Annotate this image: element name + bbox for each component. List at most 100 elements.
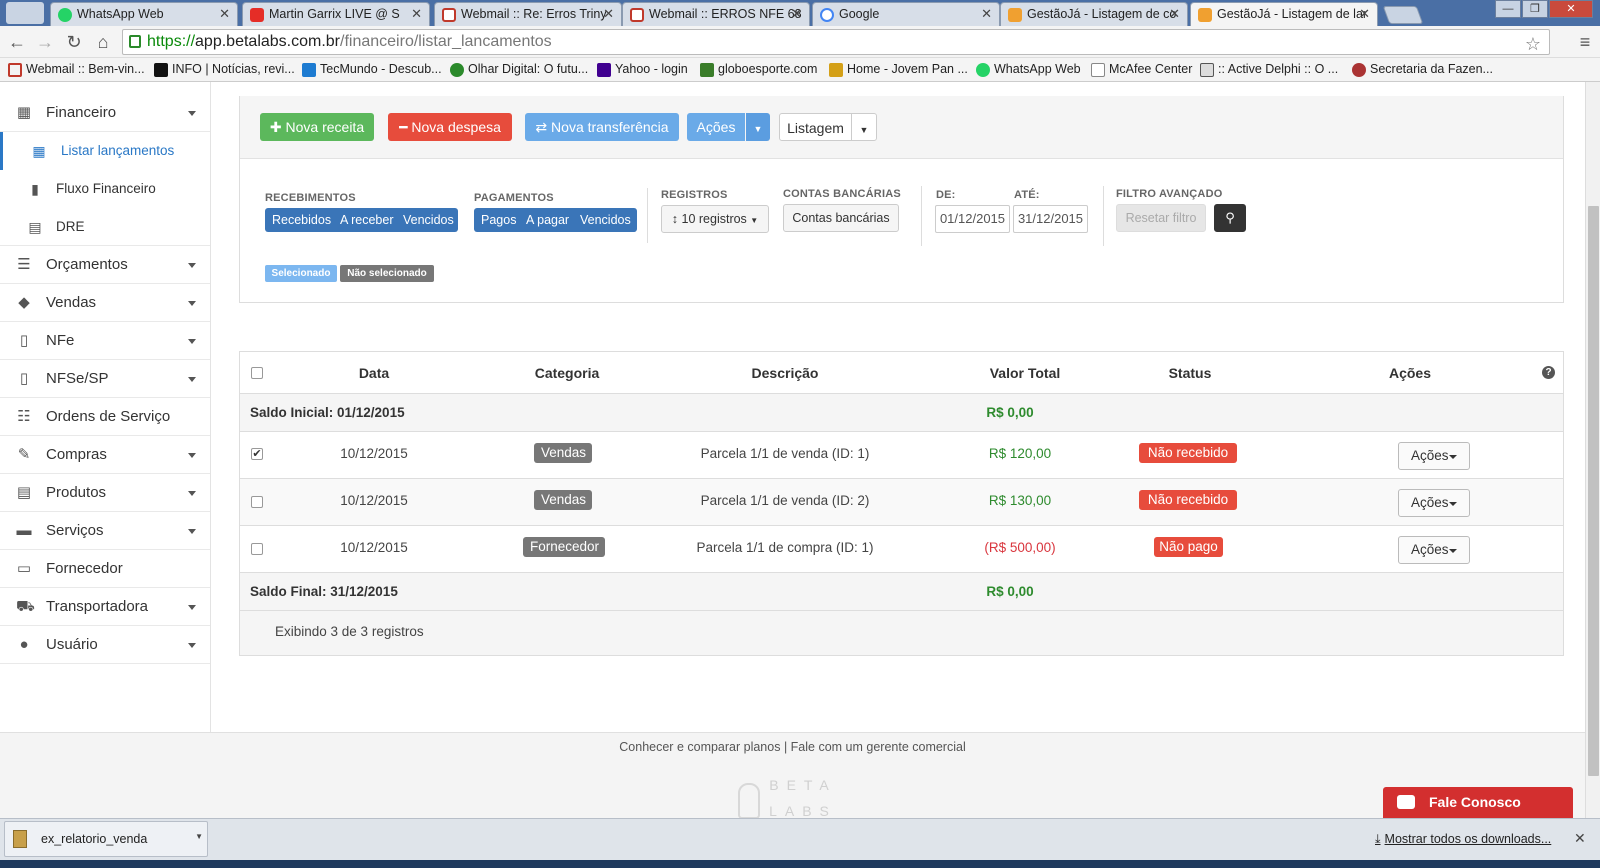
tab-gestaoja-contas[interactable]: GestãoJá - Listagem de co ✕ (1000, 2, 1188, 26)
nova-receita-button[interactable]: ✚ Nova receita (260, 113, 374, 141)
bookmark-item[interactable]: WhatsApp Web (976, 62, 1081, 77)
sidebar-item-nfse-sp[interactable]: ▯ NFSe/SP (0, 360, 210, 398)
filter-a-receber[interactable]: A receber (340, 208, 394, 232)
show-all-downloads-link[interactable]: ⤓ Mostrar todos os downloads... (1375, 832, 1551, 847)
table-row[interactable]: 10/12/2015 Fornecedor Parcela 1/1 de com… (240, 526, 1563, 573)
file-icon (13, 830, 27, 848)
row-acoes-button[interactable]: Ações (1398, 442, 1470, 470)
page-scrollbar[interactable] (1585, 82, 1600, 818)
sidebar-item-vendas[interactable]: ◆ Vendas (0, 284, 210, 322)
bookmark-item[interactable]: McAfee Center (1091, 62, 1192, 77)
help-icon[interactable]: ? (1542, 366, 1555, 379)
date-from-input[interactable]: 01/12/2015 (935, 205, 1010, 233)
bookmark-item[interactable]: Home - Jovem Pan ... (829, 62, 968, 77)
bookmark-item[interactable]: Olhar Digital: O futu... (450, 62, 588, 77)
address-bar[interactable]: https://app.betalabs.com.br/financeiro/l… (122, 29, 1550, 55)
sidebar-item-servicos[interactable]: ▬ Serviços (0, 512, 210, 550)
row-acoes-button[interactable]: Ações (1398, 489, 1470, 517)
bookmark-item[interactable]: Webmail :: Bem-vin... (8, 62, 145, 77)
row-checkbox[interactable] (251, 496, 263, 508)
acoes-button[interactable]: Ações (687, 113, 745, 141)
close-window-button[interactable]: ✕ (1549, 0, 1593, 18)
listagem-dropdown-toggle[interactable]: ▼ (851, 113, 877, 141)
nova-transferencia-button[interactable]: ⇄ Nova transferência (525, 113, 679, 141)
chrome-menu-icon[interactable] (6, 2, 44, 24)
filter-divider (921, 186, 922, 246)
sidebar-subitem-listar-lancamentos[interactable]: ▦ Listar lançamentos (0, 132, 210, 170)
maximize-button[interactable]: ❐ (1522, 0, 1548, 18)
search-button[interactable]: ⚲ (1214, 204, 1246, 232)
nova-despesa-button[interactable]: ━ Nova despesa (388, 113, 512, 141)
fale-conosco-button[interactable]: Fale Conosco (1383, 787, 1573, 818)
tab-google[interactable]: Google ✕ (812, 2, 1000, 26)
scrollbar-thumb[interactable] (1588, 206, 1599, 776)
new-tab-button[interactable] (1382, 6, 1424, 24)
column-header-status[interactable]: Status (1140, 352, 1240, 394)
back-icon[interactable]: ← (6, 31, 28, 53)
table-row[interactable]: 10/12/2015 Vendas Parcela 1/1 de venda (… (240, 479, 1563, 526)
column-header-descricao[interactable]: Descrição (710, 352, 860, 394)
tab-webmail-2[interactable]: Webmail :: ERROS NFE 68 ✕ (622, 2, 810, 26)
bookmark-item[interactable]: INFO | Notícias, revi... (154, 62, 295, 77)
home-icon[interactable]: ⌂ (92, 31, 114, 53)
book-icon: ▮ (31, 181, 39, 197)
close-icon[interactable]: ✕ (1169, 6, 1180, 22)
column-header-valor-total[interactable]: Valor Total (960, 352, 1090, 394)
column-header-categoria[interactable]: Categoria (502, 352, 632, 394)
listagem-button[interactable]: Listagem (779, 113, 852, 141)
tab-whatsapp[interactable]: WhatsApp Web ✕ (50, 2, 238, 26)
registros-select[interactable]: ↕ 10 registros ▼ (661, 205, 769, 233)
tab-youtube[interactable]: Martin Garrix LIVE @ S ✕ (242, 2, 430, 26)
bookmark-item[interactable]: globoesporte.com (700, 62, 817, 77)
table-row[interactable]: ✔ 10/12/2015 Vendas Parcela 1/1 de venda… (240, 432, 1563, 479)
sidebar-item-nfe[interactable]: ▯ NFe (0, 322, 210, 360)
resetar-filtro-button[interactable]: Resetar filtro (1116, 204, 1206, 232)
filter-vencidos-pagar[interactable]: Vencidos (580, 208, 631, 232)
sidebar-item-produtos[interactable]: ▤ Produtos (0, 474, 210, 512)
tab-webmail-1[interactable]: Webmail :: Re: Erros Triny ✕ (434, 2, 622, 26)
sidebar-item-orcamentos[interactable]: ☰ Orçamentos (0, 246, 210, 284)
sidebar-item-fornecedor[interactable]: ▭ Fornecedor (0, 550, 210, 588)
filter-recebidos[interactable]: Recebidos (272, 208, 331, 232)
sidebar-item-financeiro[interactable]: ▦ Financeiro (0, 94, 210, 132)
sidebar-item-ordens-de-servico[interactable]: ☷ Ordens de Serviço (0, 398, 210, 436)
sidebar-item-transportadora[interactable]: ⛟ Transportadora (0, 588, 210, 626)
close-icon[interactable]: ✕ (1359, 6, 1370, 22)
bookmark-item[interactable]: :: Active Delphi :: O ... (1200, 62, 1338, 77)
download-item[interactable]: ex_relatorio_venda ▼ (4, 821, 208, 857)
bookmark-item[interactable]: Yahoo - login (597, 62, 688, 77)
flask-icon (738, 783, 760, 819)
close-downloads-icon[interactable]: ✕ (1574, 830, 1586, 847)
close-icon[interactable]: ✕ (411, 6, 422, 22)
sidebar-item-usuario[interactable]: ● Usuário (0, 626, 210, 664)
filter-a-pagar[interactable]: A pagar (526, 208, 569, 232)
sidebar-subitem-fluxo-financeiro[interactable]: ▮ Fluxo Financeiro (0, 170, 210, 208)
menu-icon[interactable]: ≡ (1574, 31, 1596, 53)
tab-gestaoja-lancamentos[interactable]: GestãoJá - Listagem de lar ✕ (1190, 2, 1378, 26)
bookmark-item[interactable]: TecMundo - Descub... (302, 62, 442, 77)
select-all-checkbox[interactable] (251, 367, 263, 379)
close-icon[interactable]: ✕ (603, 6, 614, 22)
row-checkbox[interactable] (251, 543, 263, 555)
filter-pagos[interactable]: Pagos (481, 208, 516, 232)
row-acoes-button[interactable]: Ações (1398, 536, 1470, 564)
reload-icon[interactable]: ↻ (63, 31, 85, 53)
bookmark-item[interactable]: Secretaria da Fazen... (1352, 62, 1493, 77)
download-menu-caret-icon[interactable]: ▼ (195, 832, 203, 841)
footer-links[interactable]: Conhecer e comparar planos | Fale com um… (0, 740, 1585, 754)
filter-divider (647, 188, 648, 243)
contas-bancarias-button[interactable]: Contas bancárias (783, 204, 899, 232)
row-checkbox[interactable]: ✔ (251, 448, 263, 460)
sidebar-subitem-dre[interactable]: ▤ DRE (0, 208, 210, 246)
minimize-button[interactable]: — (1495, 0, 1521, 18)
acoes-dropdown-toggle[interactable]: ▼ (746, 113, 770, 141)
column-header-data[interactable]: Data (324, 352, 424, 394)
bookmark-star-icon[interactable]: ☆ (1525, 32, 1541, 56)
date-to-input[interactable]: 31/12/2015 (1013, 205, 1088, 233)
filter-vencidos-receber[interactable]: Vencidos (403, 208, 454, 232)
close-icon[interactable]: ✕ (219, 6, 230, 22)
close-icon[interactable]: ✕ (791, 6, 802, 22)
sidebar-item-compras[interactable]: ✎ Compras (0, 436, 210, 474)
close-icon[interactable]: ✕ (981, 6, 992, 22)
forward-icon[interactable]: → (34, 31, 56, 53)
